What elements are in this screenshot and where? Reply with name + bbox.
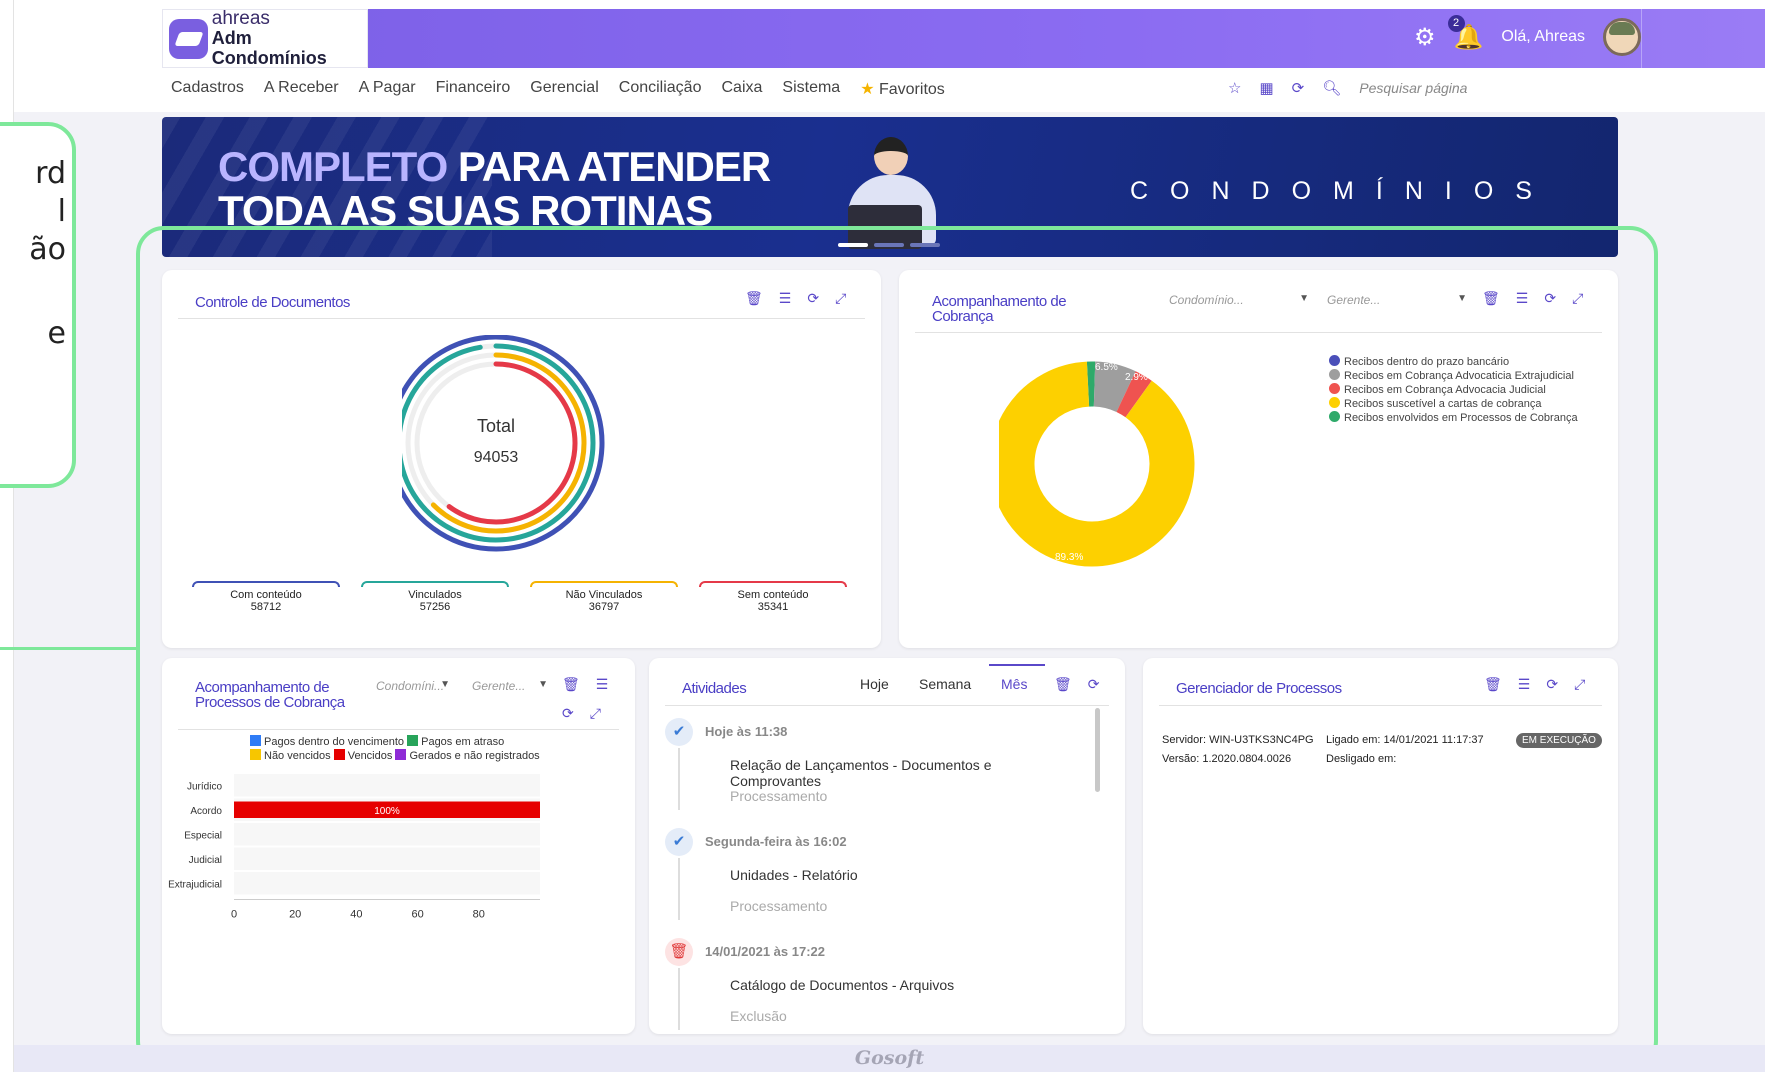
logo-icon [169,18,208,59]
notification-badge: 2 [1447,14,1465,32]
bell-icon[interactable]: 🔔 2 [1447,14,1483,52]
search-input[interactable]: Pesquisar página [1359,80,1467,96]
menu-item-sistema[interactable]: Sistema [782,79,840,99]
banner-line1: PARA ATENDER [447,143,771,190]
footer-brand: Gosoft [14,1045,1765,1072]
menu-item-conciliacao[interactable]: Conciliação [619,79,702,99]
favoritos-label: Favoritos [878,81,945,98]
menu-item-cadastros[interactable]: Cadastros [171,79,244,99]
menu-item-financeiro[interactable]: Financeiro [436,79,511,99]
tutorial-callout: rd l ão e [0,122,76,488]
brand-line2: Adm Condomínios [211,28,327,68]
refresh-icon[interactable]: ⟳ [1292,79,1305,97]
menu-item-favoritos[interactable]: ★ Favoritos [860,79,945,99]
banner-right-text: CONDOMÍNIOS [1130,177,1554,205]
main-menu: Cadastros A Receber A Pagar Financeiro G… [171,79,945,99]
brand-line1: ahreas [211,8,270,29]
menu-item-a-pagar[interactable]: A Pagar [359,79,416,99]
banner-headline: COMPLETO PARA ATENDER TODA AS SUAS ROTIN… [218,143,771,233]
avatar[interactable] [1603,18,1641,56]
highlight-frame [136,226,1658,1069]
topbar-divider [1641,9,1642,68]
grid-icon[interactable]: ▦ [1259,79,1273,97]
menu-item-gerencial[interactable]: Gerencial [530,79,598,99]
brand-logo[interactable]: ahreas Adm Condomínios [162,9,368,68]
banner-highlight: COMPLETO [218,143,448,190]
user-greeting[interactable]: Olá, Ahreas [1501,28,1585,46]
header-user-area: ⚙ 🔔 2 Olá, Ahreas [1414,14,1641,56]
star-outline-icon[interactable]: ☆ [1228,79,1241,97]
menu-item-caixa[interactable]: Caixa [721,79,762,99]
menu-item-a-receber[interactable]: A Receber [264,79,339,99]
search-icon[interactable]: 🔍︎ [1322,79,1341,97]
toolbar: ☆ ▦ ⟳ 🔍︎ Pesquisar página [1228,79,1467,97]
callout-text-2: l [57,194,66,229]
star-icon: ★ [860,81,875,98]
callout-text-3: ão [29,232,66,267]
gear-icon[interactable]: ⚙ [1414,23,1436,52]
callout-text-5: e [47,316,66,351]
callout-connector [0,647,140,650]
callout-text-1: rd [35,156,66,191]
